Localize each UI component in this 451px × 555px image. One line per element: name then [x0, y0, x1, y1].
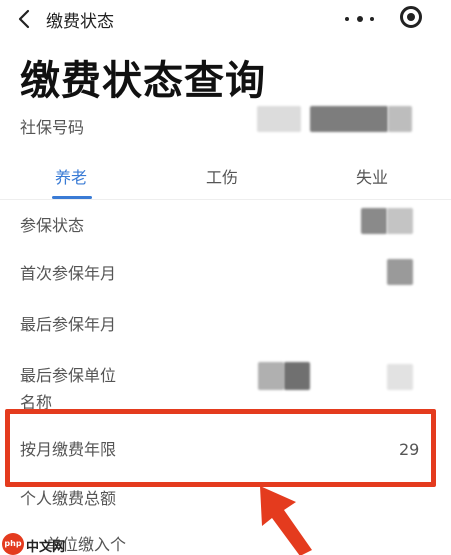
tab-pension[interactable]: 养老 [55, 164, 87, 188]
nav-title: 缴费状态 [46, 12, 114, 32]
navigation-bar: 缴费状态 [0, 0, 451, 38]
watermark-text: 中文网 [26, 540, 66, 555]
mini-program-capsule [335, 2, 445, 34]
back-icon[interactable] [14, 8, 36, 30]
row-label-personal-contribution-total: 个人缴费总额 [20, 489, 117, 508]
first-insured-month-value-redacted [387, 259, 413, 285]
active-tab-indicator [52, 196, 92, 199]
close-mini-program-icon[interactable] [399, 5, 423, 29]
row-label-first-insured-month: 首次参保年月 [20, 264, 117, 283]
highlight-box [5, 409, 436, 487]
watermark-logo: php [2, 533, 24, 555]
watermark: php 中文网 [0, 533, 90, 555]
insurance-tabs: 养老 工伤 失业 [0, 160, 451, 200]
row-label-insured-status: 参保状态 [20, 216, 85, 235]
row-label-last-insured-month: 最后参保年月 [20, 315, 117, 334]
page-title: 缴费状态查询 [20, 58, 266, 104]
row-label-last-insured-employer: 最后参保单位名称 [20, 366, 117, 412]
social-security-label: 社保号码 [20, 118, 85, 137]
tab-unemployment[interactable]: 失业 [356, 164, 388, 188]
more-menu-icon[interactable] [339, 6, 383, 30]
tab-work-injury[interactable]: 工伤 [206, 164, 238, 188]
red-arrow-icon [250, 480, 320, 555]
